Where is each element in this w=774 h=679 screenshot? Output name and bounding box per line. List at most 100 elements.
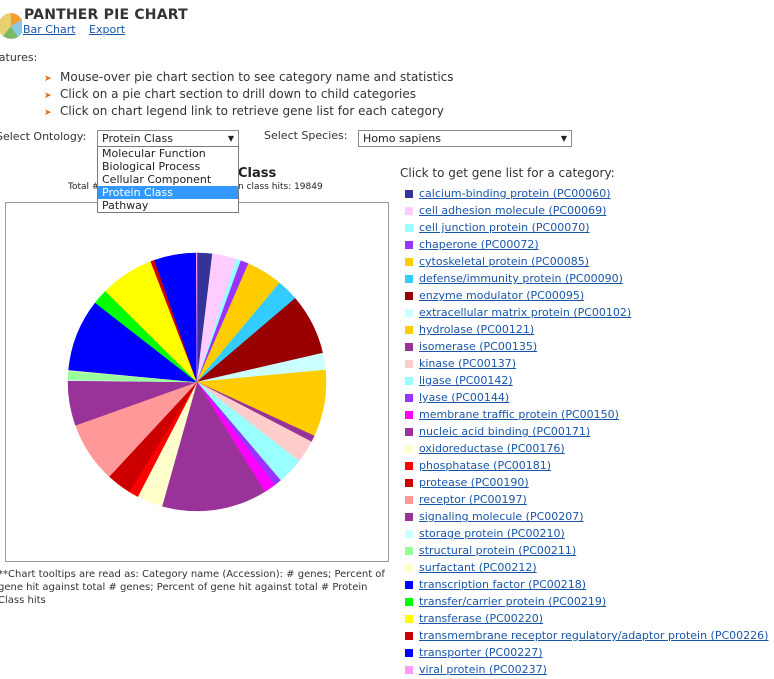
ontology-option-pathway[interactable]: Pathway (98, 199, 238, 212)
legend-item: cytoskeletal protein (PC00085) (405, 253, 774, 270)
legend-title: Click to get gene list for a category: (400, 166, 615, 180)
feature-item: ➤ Mouse-over pie chart section to see cat… (44, 70, 454, 84)
legend-swatch (405, 359, 413, 368)
legend-item: signaling molecule (PC00207) (405, 508, 774, 525)
legend-item: transfer/carrier protein (PC00219) (405, 593, 774, 610)
legend-swatch (405, 546, 413, 555)
legend-swatch (405, 597, 413, 606)
legend-link[interactable]: signaling molecule (PC00207) (419, 510, 584, 523)
legend-link[interactable]: viral protein (PC00237) (419, 663, 547, 676)
legend-link[interactable]: cytoskeletal protein (PC00085) (419, 255, 589, 268)
legend-item: chaperone (PC00072) (405, 236, 774, 253)
feature-item: ➤ Click on a pie chart section to drill d… (44, 87, 417, 101)
legend-link[interactable]: transfer/carrier protein (PC00219) (419, 595, 606, 608)
legend-item: extracellular matrix protein (PC00102) (405, 304, 774, 321)
legend-swatch (405, 580, 413, 589)
legend-swatch (405, 291, 413, 300)
legend-link[interactable]: cell junction protein (PC00070) (419, 221, 590, 234)
legend-swatch (405, 631, 413, 640)
legend-link[interactable]: transferase (PC00220) (419, 612, 543, 625)
bar-chart-link[interactable]: Bar Chart (23, 23, 76, 36)
page-title: PANTHER PIE CHART (24, 7, 188, 23)
legend-swatch (405, 376, 413, 385)
legend-swatch (405, 393, 413, 402)
chart-class-hits: n class hits: 19849 (238, 182, 323, 192)
legend-swatch (405, 478, 413, 487)
legend-link[interactable]: kinase (PC00137) (419, 357, 516, 370)
legend-link[interactable]: transporter (PC00227) (419, 646, 543, 659)
legend-link[interactable]: defense/immunity protein (PC00090) (419, 272, 623, 285)
legend-link[interactable]: oxidoreductase (PC00176) (419, 442, 565, 455)
legend-swatch (405, 665, 413, 674)
feature-item: ➤ Click on chart legend link to retrieve … (44, 104, 444, 118)
legend-link[interactable]: storage protein (PC00210) (419, 527, 565, 540)
chevron-down-icon: ▼ (227, 134, 234, 143)
legend-swatch (405, 614, 413, 623)
nav-links: Bar Chart Export (23, 23, 135, 36)
legend-item: transcription factor (PC00218) (405, 576, 774, 593)
legend-item: oxidoreductase (PC00176) (405, 440, 774, 457)
legend-swatch (405, 342, 413, 351)
legend-swatch (405, 461, 413, 470)
legend-link[interactable]: cell adhesion molecule (PC00069) (419, 204, 606, 217)
legend-link[interactable]: receptor (PC00197) (419, 493, 527, 506)
legend-item: receptor (PC00197) (405, 491, 774, 508)
legend-link[interactable]: extracellular matrix protein (PC00102) (419, 306, 631, 319)
legend-link[interactable]: ligase (PC00142) (419, 374, 513, 387)
legend-link[interactable]: chaperone (PC00072) (419, 238, 539, 251)
legend-swatch (405, 223, 413, 232)
legend-item: structural protein (PC00211) (405, 542, 774, 559)
legend-item: lyase (PC00144) (405, 389, 774, 406)
legend-swatch (405, 257, 413, 266)
chart-legend: calcium-binding protein (PC00060) cell ad… (405, 185, 774, 678)
legend-item: transmembrane receptor regulatory/adapto… (405, 627, 774, 644)
legend-link[interactable]: membrane traffic protein (PC00150) (419, 408, 619, 421)
species-select[interactable]: Homo sapiens ▼ (358, 130, 572, 147)
legend-swatch (405, 648, 413, 657)
legend-swatch (405, 444, 413, 453)
legend-swatch (405, 427, 413, 436)
species-select-value: Homo sapiens (363, 132, 441, 145)
legend-item: cell junction protein (PC00070) (405, 219, 774, 236)
legend-swatch (405, 495, 413, 504)
ontology-label: Select Ontology: (0, 130, 87, 143)
species-label: Select Species: (264, 129, 348, 142)
legend-item: ligase (PC00142) (405, 372, 774, 389)
legend-link[interactable]: transmembrane receptor regulatory/adapto… (419, 629, 768, 642)
ontology-dropdown-list: Molecular Function Biological Process Ce… (97, 146, 239, 213)
legend-item: transferase (PC00220) (405, 610, 774, 627)
export-link[interactable]: Export (89, 23, 125, 36)
legend-link[interactable]: calcium-binding protein (PC00060) (419, 187, 611, 200)
legend-item: surfactant (PC00212) (405, 559, 774, 576)
ontology-select[interactable]: Protein Class ▼ (97, 130, 239, 147)
legend-link[interactable]: structural protein (PC00211) (419, 544, 576, 557)
legend-link[interactable]: isomerase (PC00135) (419, 340, 537, 353)
legend-item: enzyme modulator (PC00095) (405, 287, 774, 304)
arrow-bullet-icon: ➤ (44, 74, 52, 84)
legend-swatch (405, 529, 413, 538)
legend-swatch (405, 410, 413, 419)
legend-item: storage protein (PC00210) (405, 525, 774, 542)
legend-item: cell adhesion molecule (PC00069) (405, 202, 774, 219)
legend-item: calcium-binding protein (PC00060) (405, 185, 774, 202)
ontology-option-molecular-function[interactable]: Molecular Function (98, 147, 238, 160)
ontology-option-protein-class[interactable]: Protein Class (98, 186, 238, 199)
legend-swatch (405, 563, 413, 572)
legend-link[interactable]: phosphatase (PC00181) (419, 459, 551, 472)
legend-link[interactable]: hydrolase (PC00121) (419, 323, 534, 336)
ontology-option-cellular-component[interactable]: Cellular Component (98, 173, 238, 186)
legend-link[interactable]: transcription factor (PC00218) (419, 578, 586, 591)
legend-link[interactable]: nucleic acid binding (PC00171) (419, 425, 590, 438)
chevron-down-icon: ▼ (560, 134, 567, 143)
legend-link[interactable]: enzyme modulator (PC00095) (419, 289, 584, 302)
legend-swatch (405, 308, 413, 317)
arrow-bullet-icon: ➤ (44, 108, 52, 118)
ontology-select-value: Protein Class (102, 132, 173, 145)
legend-item: nucleic acid binding (PC00171) (405, 423, 774, 440)
legend-swatch (405, 325, 413, 334)
legend-item: phosphatase (PC00181) (405, 457, 774, 474)
ontology-option-biological-process[interactable]: Biological Process (98, 160, 238, 173)
legend-link[interactable]: lyase (PC00144) (419, 391, 509, 404)
legend-link[interactable]: protease (PC00190) (419, 476, 529, 489)
legend-link[interactable]: surfactant (PC00212) (419, 561, 537, 574)
